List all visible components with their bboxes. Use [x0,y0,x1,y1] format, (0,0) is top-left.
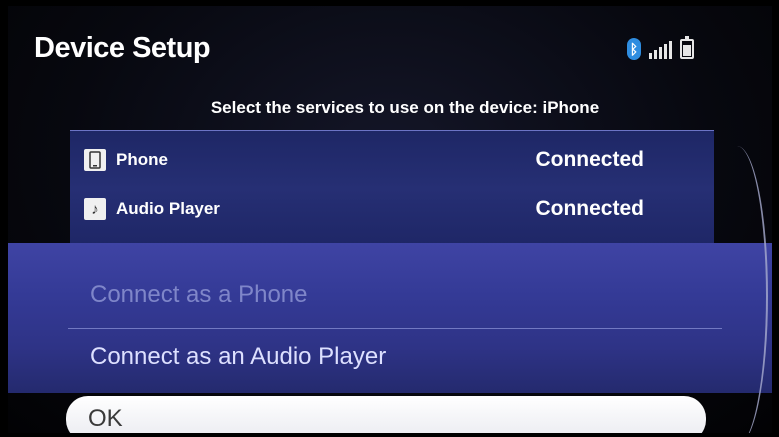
divider [68,328,722,329]
scroll-arc[interactable] [706,146,768,433]
ok-label: OK [88,405,123,432]
music-note-icon: ♪ [84,198,106,220]
status-bar: ᛒ [627,36,694,60]
service-status: Connected [535,197,644,220]
connect-as-audio-player-button[interactable]: Connect as an Audio Player [90,343,386,371]
instruction-text: Select the services to use on the device… [210,98,600,117]
service-name: Phone [116,150,168,169]
battery-icon [680,36,694,59]
phone-icon [84,149,106,171]
device-setup-screen: Device Setup ᛒ Select the services to us… [8,6,772,433]
bluetooth-icon: ᛒ [627,38,641,60]
services-list: Phone Connected ♪ Audio Player Connected [70,130,714,248]
page-title: Device Setup [34,32,211,64]
actions-panel: Connect as a Phone Connect as an Audio P… [8,243,772,393]
ok-button[interactable]: OK [66,396,706,433]
service-row-phone: Phone Connected [84,143,644,177]
connect-as-phone-button[interactable]: Connect as a Phone [90,281,308,309]
service-row-audio: ♪ Audio Player Connected [84,192,644,226]
service-name: Audio Player [116,199,220,218]
signal-icon [649,39,672,59]
service-status: Connected [535,148,644,171]
